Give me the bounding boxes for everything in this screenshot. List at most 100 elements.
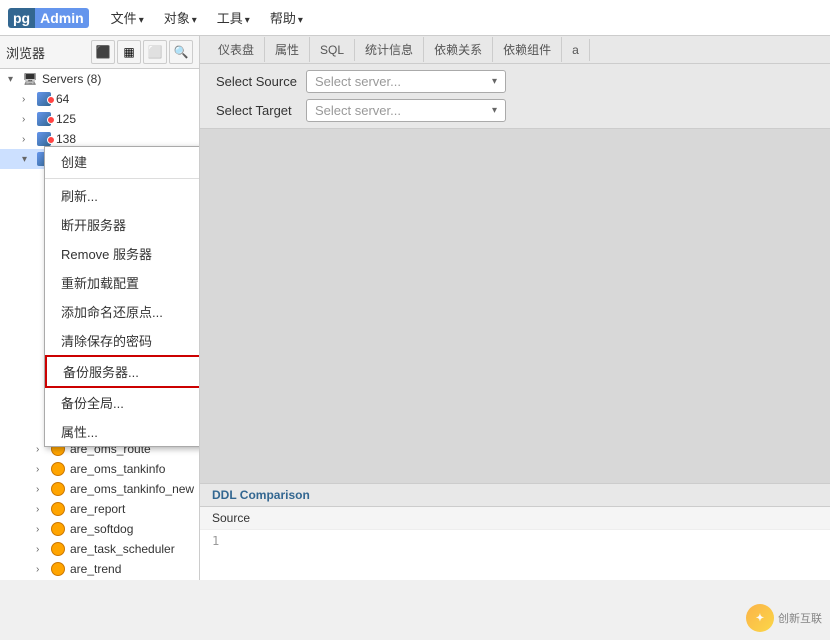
server-125-label: 125 — [56, 112, 76, 126]
tab-dependents[interactable]: 依赖组件 — [493, 37, 562, 62]
server-64-icon — [36, 91, 52, 107]
tab-bar: 仪表盘 属性 SQL 统计信息 依赖关系 依赖组件 a — [200, 36, 830, 64]
context-menu: 创建 › 刷新... 断开服务器 Remove 服务器 重新加载配置 添加命名还… — [44, 146, 200, 447]
arrow-trend: › — [36, 564, 50, 575]
target-placeholder: Select server... — [315, 103, 401, 118]
db-trend-icon — [50, 561, 66, 577]
oms-tankinfo-new-label: are_oms_tankinfo_new — [70, 482, 194, 496]
oms-tankinfo-label: are_oms_tankinfo — [70, 462, 165, 476]
tab-sql[interactable]: SQL — [310, 39, 355, 61]
select-target-dropdown[interactable]: Select server... ▾ — [306, 99, 506, 122]
watermark: ✦ 创新互联 — [746, 604, 822, 632]
line-number-1: 1 — [212, 534, 219, 548]
tab-properties[interactable]: 属性 — [265, 37, 310, 62]
tab-dashboard[interactable]: 仪表盘 — [208, 37, 265, 62]
ctx-remove[interactable]: Remove 服务器 — [45, 239, 200, 268]
tab-statistics[interactable]: 统计信息 — [355, 37, 424, 62]
app-logo: pg Admin — [8, 8, 89, 28]
arrow-64: › — [22, 94, 36, 105]
menu-file-arrow: ▾ — [139, 15, 144, 26]
tree-trend[interactable]: › are_trend — [0, 559, 199, 579]
report-label: are_report — [70, 502, 125, 516]
db-report-icon — [50, 501, 66, 517]
tab-other[interactable]: a — [562, 39, 590, 61]
ctx-create[interactable]: 创建 › — [45, 147, 200, 176]
select-target-row: Select Target Select server... ▾ — [216, 99, 814, 122]
select-target-label: Select Target — [216, 103, 306, 118]
toolbar-btn-search[interactable]: 🔍 — [169, 40, 193, 64]
target-dropdown-arrow: ▾ — [492, 105, 497, 116]
select-source-label: Select Source — [216, 74, 306, 89]
ctx-sep-1 — [45, 178, 200, 179]
ctx-backup-global[interactable]: 备份全局... — [45, 388, 200, 417]
logo-pg: pg — [8, 8, 35, 28]
tree-servers-root[interactable]: ▾ 🖥 Servers (8) — [0, 69, 199, 89]
db-task-scheduler-icon — [50, 541, 66, 557]
right-panel: 仪表盘 属性 SQL 统计信息 依赖关系 依赖组件 a Select Sourc… — [200, 36, 830, 580]
ctx-refresh[interactable]: 刷新... — [45, 181, 200, 210]
arrow-task-scheduler: › — [36, 544, 50, 555]
source-placeholder: Select server... — [315, 74, 401, 89]
ctx-properties[interactable]: 属性... — [45, 417, 200, 446]
arrow-138: › — [22, 134, 36, 145]
db-softdog-icon — [50, 521, 66, 537]
watermark-logo-icon: ✦ — [746, 604, 774, 632]
ctx-backup-server[interactable]: 备份服务器... — [45, 355, 200, 388]
watermark-text: 创新互联 — [778, 610, 822, 626]
servers-label: Servers (8) — [42, 72, 101, 86]
menu-help-arrow: ▾ — [298, 15, 303, 26]
select-area: Select Source Select server... ▾ Select … — [200, 64, 830, 129]
ctx-add-named[interactable]: 添加命名还原点... — [45, 297, 200, 326]
menu-help[interactable]: 帮助▾ — [260, 4, 313, 31]
menu-file[interactable]: 文件▾ — [101, 4, 154, 31]
server-138-label: 138 — [56, 132, 76, 146]
mid-gray-area — [200, 129, 830, 483]
toolbar-btn-2[interactable]: ▦ — [117, 40, 141, 64]
arrow-230: ▾ — [22, 154, 36, 165]
ddl-source-label: Source — [200, 507, 830, 530]
server-125-icon — [36, 111, 52, 127]
arrow-report: › — [36, 504, 50, 515]
db-oms-tankinfo-new-icon — [50, 481, 66, 497]
tree-task-scheduler[interactable]: › are_task_scheduler — [0, 539, 199, 559]
tree-item-125[interactable]: › 125 — [0, 109, 199, 129]
ddl-comparison-header: DDL Comparison — [200, 484, 830, 507]
ddl-code-area: 1 — [200, 530, 830, 580]
arrow-oms-tankinfo: › — [36, 464, 50, 475]
tree-softdog[interactable]: › are_softdog — [0, 519, 199, 539]
sidebar: 浏览器 ⬛ ▦ ⬜ 🔍 ▾ 🖥 Servers (8) › 64 › 125 › — [0, 36, 200, 580]
menu-object-arrow: ▾ — [192, 15, 197, 26]
select-source-row: Select Source Select server... ▾ — [216, 70, 814, 93]
db-oms-tankinfo-icon — [50, 461, 66, 477]
logo-admin: Admin — [35, 8, 89, 28]
server-64-label: 64 — [56, 92, 69, 106]
tree-report[interactable]: › are_report — [0, 499, 199, 519]
task-scheduler-label: are_task_scheduler — [70, 542, 175, 556]
menu-object[interactable]: 对象▾ — [154, 4, 207, 31]
arrow-125: › — [22, 114, 36, 125]
server-138-icon — [36, 131, 52, 147]
tree-expand-arrow: ▾ — [8, 74, 22, 85]
browser-label: 浏览器 — [6, 43, 45, 62]
source-dropdown-arrow: ▾ — [492, 76, 497, 87]
main-layout: 浏览器 ⬛ ▦ ⬜ 🔍 ▾ 🖥 Servers (8) › 64 › 125 › — [0, 36, 830, 580]
ctx-disconnect[interactable]: 断开服务器 — [45, 210, 200, 239]
ctx-clear-pwd[interactable]: 清除保存的密码 — [45, 326, 200, 355]
ctx-reload[interactable]: 重新加载配置 — [45, 268, 200, 297]
menu-tools-arrow: ▾ — [245, 15, 250, 26]
menu-tools[interactable]: 工具▾ — [207, 4, 260, 31]
toolbar-btn-3[interactable]: ⬜ — [143, 40, 167, 64]
tab-dependencies[interactable]: 依赖关系 — [424, 37, 493, 62]
tree-oms-tankinfo[interactable]: › are_oms_tankinfo — [0, 459, 199, 479]
select-source-dropdown[interactable]: Select server... ▾ — [306, 70, 506, 93]
toolbar-btn-1[interactable]: ⬛ — [91, 40, 115, 64]
servers-icon: 🖥 — [22, 71, 38, 87]
tree-item-64[interactable]: › 64 — [0, 89, 199, 109]
arrow-oms-tankinfo-new: › — [36, 484, 50, 495]
tree-workflow[interactable]: › are_workflow — [0, 579, 199, 580]
trend-label: are_trend — [70, 562, 121, 576]
ddl-section: DDL Comparison Source 1 — [200, 483, 830, 580]
header: pg Admin 文件▾ 对象▾ 工具▾ 帮助▾ — [0, 0, 830, 36]
tree-oms-tankinfo-new[interactable]: › are_oms_tankinfo_new — [0, 479, 199, 499]
arrow-softdog: › — [36, 524, 50, 535]
